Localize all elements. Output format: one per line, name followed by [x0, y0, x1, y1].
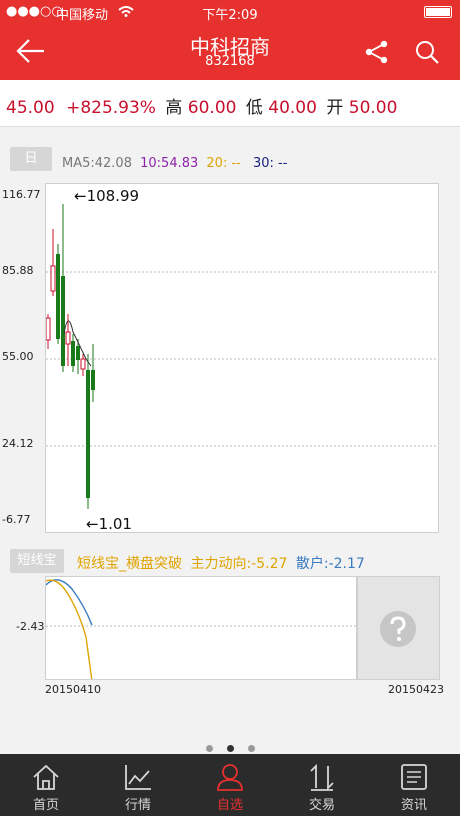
max-marker: ←108.99: [74, 187, 139, 205]
clock: 下午2:09: [202, 8, 258, 23]
stock-code: 832168: [205, 54, 255, 69]
main-force-line: [46, 579, 93, 679]
date-start: 20150410: [45, 683, 101, 696]
indicator-tab[interactable]: 短线宝: [10, 549, 64, 573]
candle: [76, 346, 80, 360]
last-price: 45.00: [6, 98, 55, 118]
ma10-value: 10:54.83: [140, 156, 199, 171]
page-dot[interactable]: [206, 745, 213, 752]
candle: [61, 276, 65, 366]
help-button[interactable]: [357, 576, 440, 680]
low-label: 低: [245, 98, 263, 118]
tab-label: 行情: [124, 798, 151, 813]
ma-legend: MA5:42.08 10:54.83 20: -- 30: --: [62, 156, 287, 171]
tab-label: 自选: [216, 798, 243, 813]
search-icon[interactable]: [414, 39, 440, 65]
page-indicator: [206, 745, 256, 753]
candle: [65, 331, 71, 345]
main-force-value: 主力动向:-5.27: [190, 556, 288, 572]
candle: [50, 265, 56, 292]
tab-trade[interactable]: 交易: [276, 754, 368, 816]
open-value: 50.00: [348, 98, 398, 118]
candle: [71, 341, 75, 366]
app-header: ●●●○○ 中国移动 下午2:09 中科招商 832168: [0, 0, 460, 80]
high-value: 60.00: [187, 98, 237, 118]
date-end: 20150423: [388, 683, 444, 696]
y-tick: -6.77: [2, 513, 31, 526]
tab-label: 首页: [32, 798, 59, 813]
candle: [91, 370, 95, 390]
back-arrow-icon[interactable]: [16, 37, 46, 65]
person-icon: [217, 764, 243, 791]
period-tab-day[interactable]: 日: [10, 147, 52, 171]
retail-line: [46, 579, 93, 626]
quote-bar: 45.00 +825.93% 高 60.00 低 40.00 开 50.00: [0, 80, 460, 127]
candle: [46, 317, 51, 341]
page-dot[interactable]: [248, 745, 255, 752]
tab-label: 交易: [308, 798, 335, 813]
home-icon: [33, 764, 59, 790]
news-icon: [401, 764, 427, 790]
tab-watchlist[interactable]: 自选: [184, 754, 276, 816]
kline-chart[interactable]: ←108.99 ←1.01: [45, 183, 439, 533]
indicator-chart[interactable]: [45, 576, 357, 680]
question-icon: [380, 611, 416, 647]
candle: [56, 254, 60, 339]
y-tick: 116.77: [2, 188, 41, 201]
share-icon[interactable]: [364, 39, 390, 65]
y-tick: 24.12: [2, 437, 34, 450]
y-tick: 55.00: [2, 350, 34, 363]
candle: [86, 370, 90, 498]
y-tick: 85.88: [2, 264, 34, 277]
min-marker: ←1.01: [86, 515, 132, 532]
ma20-value: 20: --: [206, 156, 241, 171]
carrier-label: 中国移动: [56, 8, 109, 23]
candles: [46, 204, 95, 509]
battery-icon: [424, 6, 452, 18]
signal-dots: ●●●○○: [6, 4, 63, 19]
candle: [80, 358, 86, 370]
page-dot-active[interactable]: [227, 745, 234, 752]
tab-label: 资讯: [400, 798, 427, 813]
ma5-value: MA5:42.08: [62, 156, 132, 171]
indicator-legend: 短线宝_横盘突破 主力动向:-5.27 散户:-2.17: [77, 553, 365, 573]
high-label: 高: [165, 98, 183, 118]
retail-value: 散户:-2.17: [295, 556, 365, 572]
ma30-value: 30: --: [252, 156, 288, 171]
trade-icon: [310, 763, 334, 791]
tab-home[interactable]: 首页: [0, 754, 92, 816]
low-value: 40.00: [268, 98, 317, 118]
indicator-y-tick: -2.43: [16, 620, 45, 633]
chart-icon: [125, 765, 151, 790]
indicator-name: 短线宝_横盘突破: [77, 556, 182, 572]
wifi-icon: [118, 6, 134, 17]
change-percent: +825.93%: [66, 98, 156, 118]
tab-market[interactable]: 行情: [92, 754, 184, 816]
tab-news[interactable]: 资讯: [368, 754, 460, 816]
bottom-tab-bar: 首页 行情 自选 交易 资讯: [0, 754, 460, 816]
open-label: 开: [326, 98, 344, 118]
